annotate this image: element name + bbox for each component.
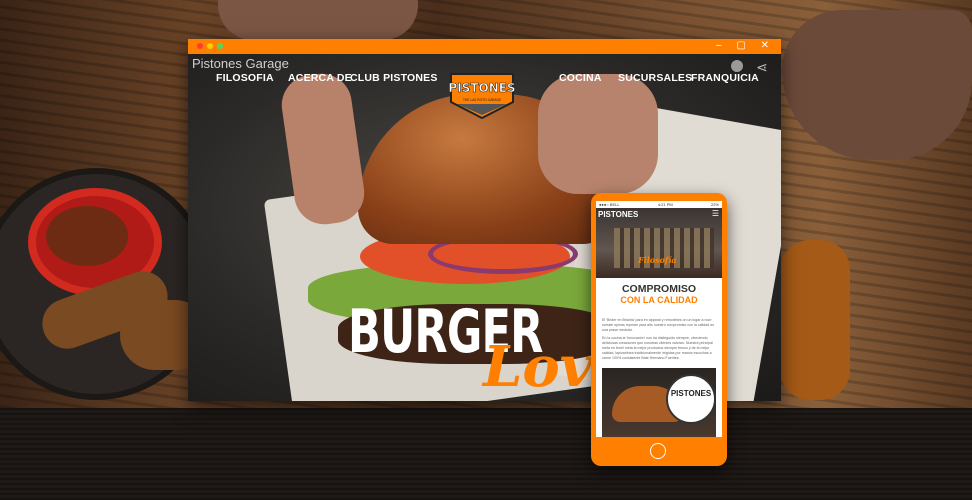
hero-hand-right xyxy=(538,74,658,194)
hamburger-menu-icon[interactable]: ☰ xyxy=(712,209,719,218)
phone-body-text: El 'Brider en Brianta' para en apparal y… xyxy=(602,318,716,364)
carrier-label: ●●●○ BELL xyxy=(599,202,620,207)
background-hand-top xyxy=(218,0,418,40)
nav-filosofia[interactable]: FILOSOFIA xyxy=(216,72,274,84)
nav-sucursales[interactable]: SUCURSALES xyxy=(618,72,692,84)
logo-text: PISTONES xyxy=(448,81,515,95)
dark-floor-background xyxy=(0,408,972,500)
badge-text: PISTONES xyxy=(670,389,712,398)
nav-club-pistones[interactable]: CLUB PISTONES xyxy=(350,72,438,84)
phone-logo[interactable]: PISTONES xyxy=(598,210,638,219)
logo-tagline: THE LAS ROTO GARAGE xyxy=(462,98,501,102)
clock-icon[interactable] xyxy=(731,60,743,72)
site-title: Pistones Garage xyxy=(192,56,289,71)
body-paragraph: En la cocina la 'Innovación' nos ha dist… xyxy=(602,336,713,360)
phone-subheading: CON LA CALIDAD xyxy=(620,295,698,305)
window-controls[interactable]: – ▢ ✕ xyxy=(716,40,775,51)
browser-titlebar: – ▢ ✕ xyxy=(188,39,781,54)
burger-photo: PISTONES xyxy=(602,368,716,437)
background-sauce xyxy=(46,206,128,266)
phone-header-image: PISTONES ☰ Filosofía xyxy=(596,208,722,278)
nav-acerca-de[interactable]: ACERCA DE xyxy=(288,72,352,84)
phone-status-bar: ●●●○ BELL 4:21 PM 22% xyxy=(596,201,722,208)
phone-screen: ●●●○ BELL 4:21 PM 22% PISTONES ☰ Filosof… xyxy=(596,201,722,437)
home-button[interactable] xyxy=(650,443,666,459)
nav-franquicia[interactable]: FRANQUICIA xyxy=(691,72,759,84)
nav-cocina[interactable]: COCINA xyxy=(559,72,602,84)
quality-badge xyxy=(666,374,716,424)
minimize-dot-icon[interactable] xyxy=(207,43,213,49)
close-dot-icon[interactable] xyxy=(197,43,203,49)
body-paragraph: El 'Brider en Brianta' para en apparal y… xyxy=(602,318,715,332)
phone-heading: COMPROMISO xyxy=(621,283,697,295)
battery-label: 22% xyxy=(710,202,719,207)
pistones-logo[interactable]: PISTONES THE LAS ROTO GARAGE xyxy=(447,68,517,120)
status-time: 4:21 PM xyxy=(657,202,673,207)
phone-mockup: ●●●○ BELL 4:21 PM 22% PISTONES ☰ Filosof… xyxy=(591,193,727,466)
maximize-dot-icon[interactable] xyxy=(217,43,223,49)
section-label: Filosofía xyxy=(638,255,677,265)
background-fries xyxy=(780,240,850,400)
